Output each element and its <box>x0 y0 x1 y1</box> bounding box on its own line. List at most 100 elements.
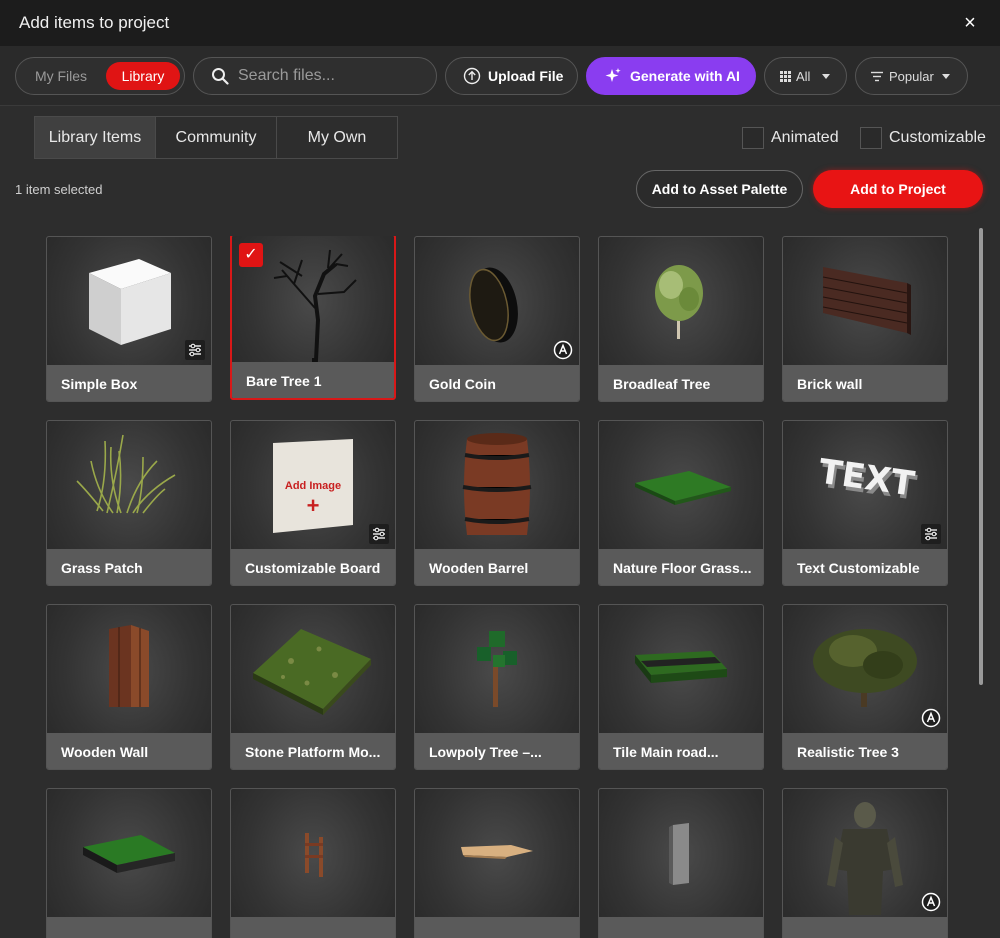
item-card-tile-main-road[interactable]: Tile Main road... <box>598 604 764 770</box>
grass-tile-thumbnail <box>83 835 175 873</box>
customize-sliders-icon <box>185 340 205 360</box>
item-name: Nature Floor Grass... <box>613 560 752 576</box>
sort-icon <box>871 71 883 82</box>
chevron-down-icon <box>822 74 830 79</box>
item-name: Simple Box <box>61 376 138 392</box>
item-card-nature-floor-grass[interactable]: Nature Floor Grass... <box>598 420 764 586</box>
item-caption: Bare Tree 1 <box>232 362 394 398</box>
item-name: Bare Tree 1 <box>246 373 322 389</box>
item-name: Grass Patch <box>61 560 143 576</box>
source-switch: My Files Library <box>15 57 185 95</box>
toolbar: My Files Library Upload File Generate wi… <box>0 46 1000 106</box>
customizable-checkbox[interactable] <box>860 127 882 149</box>
item-card-broadleaf-tree[interactable]: Broadleaf Tree <box>598 236 764 402</box>
item-card-bare-tree-1[interactable]: ✓ Bare Tree 1 <box>230 236 396 400</box>
item-name: Wooden Barrel <box>429 560 529 576</box>
item-card-gold-coin[interactable]: Gold Coin <box>414 236 580 402</box>
item-caption: Customizable Board <box>231 549 395 585</box>
generate-with-ai-button[interactable]: Generate with AI <box>586 57 756 95</box>
add-to-asset-palette-button[interactable]: Add to Asset Palette <box>636 170 803 208</box>
item-card-grass-tile[interactable] <box>46 788 212 938</box>
item-name: Gold Coin <box>429 376 496 392</box>
door-thumbnail <box>669 823 689 885</box>
upload-icon <box>463 67 481 85</box>
board-plus: + <box>307 493 320 518</box>
item-caption: Tile Main road... <box>599 733 763 769</box>
item-name: Realistic Tree 3 <box>797 744 899 760</box>
item-caption: Lowpoly Tree –... <box>415 733 579 769</box>
broadleaf-tree-thumbnail <box>655 265 703 339</box>
grid-icon <box>780 71 791 82</box>
search-input[interactable] <box>238 64 428 88</box>
animated-checkbox[interactable] <box>742 127 764 149</box>
wooden-wall-thumbnail <box>109 625 149 707</box>
barrel-thumbnail <box>462 433 532 535</box>
item-caption <box>783 917 947 938</box>
item-caption: Realistic Tree 3 <box>783 733 947 769</box>
title-bar: Add items to project × <box>0 0 1000 46</box>
sort-dropdown[interactable]: Popular <box>855 57 968 95</box>
add-to-project-button[interactable]: Add to Project <box>813 170 983 208</box>
item-card-grass-patch[interactable]: Grass Patch <box>46 420 212 586</box>
item-card-simple-box[interactable]: Simple Box <box>46 236 212 402</box>
item-card-text-customizable[interactable]: TEXT TEXT Text Customizable <box>782 420 948 586</box>
item-card-lowpoly-tree[interactable]: Lowpoly Tree –... <box>414 604 580 770</box>
generate-with-ai-label: Generate with AI <box>630 68 740 84</box>
sparkle-icon <box>605 68 621 82</box>
item-card-door[interactable] <box>598 788 764 938</box>
item-name: Text Customizable <box>797 560 920 576</box>
floor-grass-thumbnail <box>635 471 731 505</box>
selection-count: 1 item selected <box>15 182 103 197</box>
selected-check-icon: ✓ <box>239 243 263 267</box>
item-name: Tile Main road... <box>613 744 719 760</box>
lowpoly-tree-thumbnail <box>477 631 517 707</box>
upload-file-button[interactable]: Upload File <box>445 57 578 95</box>
search-box <box>193 57 437 95</box>
item-card-wooden-barrel[interactable]: Wooden Barrel <box>414 420 580 586</box>
item-caption <box>599 917 763 938</box>
item-caption: Grass Patch <box>47 549 211 585</box>
item-name: Lowpoly Tree –... <box>429 744 542 760</box>
item-card-realistic-tree-3[interactable]: Realistic Tree 3 <box>782 604 948 770</box>
upload-file-label: Upload File <box>488 68 564 84</box>
my-files-toggle[interactable]: My Files <box>20 62 102 90</box>
item-caption <box>231 917 395 938</box>
item-name: Wooden Wall <box>61 744 149 760</box>
item-caption: Gold Coin <box>415 365 579 401</box>
item-caption <box>415 917 579 938</box>
customizable-label: Customizable <box>889 129 986 146</box>
item-name: Stone Platform Mo... <box>245 744 381 760</box>
tab-library-items[interactable]: Library Items <box>35 117 156 158</box>
item-card-wooden-wall[interactable]: Wooden Wall <box>46 604 212 770</box>
item-caption: Stone Platform Mo... <box>231 733 395 769</box>
item-caption <box>47 917 211 938</box>
item-caption: Simple Box <box>47 365 211 401</box>
item-card-plank[interactable] <box>414 788 580 938</box>
item-caption: Broadleaf Tree <box>599 365 763 401</box>
library-toggle[interactable]: Library <box>106 62 180 90</box>
item-card-fence[interactable] <box>230 788 396 938</box>
stone-platform-thumbnail <box>253 629 371 715</box>
item-card-customizable-board[interactable]: Add Image + Customizable Board <box>230 420 396 586</box>
grid-scrollbar[interactable] <box>979 228 983 685</box>
type-filter-dropdown[interactable]: All <box>764 57 847 95</box>
close-icon[interactable]: × <box>960 13 980 33</box>
item-caption: Wooden Wall <box>47 733 211 769</box>
customize-sliders-icon <box>921 524 941 544</box>
item-card-zombie[interactable] <box>782 788 948 938</box>
item-name: Brick wall <box>797 376 863 392</box>
search-icon <box>212 68 229 85</box>
tab-community[interactable]: Community <box>156 117 277 158</box>
tab-my-own[interactable]: My Own <box>277 117 397 158</box>
chevron-down-icon <box>942 74 950 79</box>
dialog-title: Add items to project <box>19 13 170 32</box>
item-caption: Nature Floor Grass... <box>599 549 763 585</box>
item-card-stone-platform[interactable]: Stone Platform Mo... <box>230 604 396 770</box>
category-tabs: Library Items Community My Own <box>34 116 398 159</box>
item-card-brick-wall[interactable]: Brick wall <box>782 236 948 402</box>
brick-wall-thumbnail <box>822 267 911 335</box>
customize-sliders-icon <box>369 524 389 544</box>
board-text: Add Image <box>285 480 341 492</box>
item-caption: Brick wall <box>783 365 947 401</box>
animated-badge-icon <box>553 340 573 360</box>
